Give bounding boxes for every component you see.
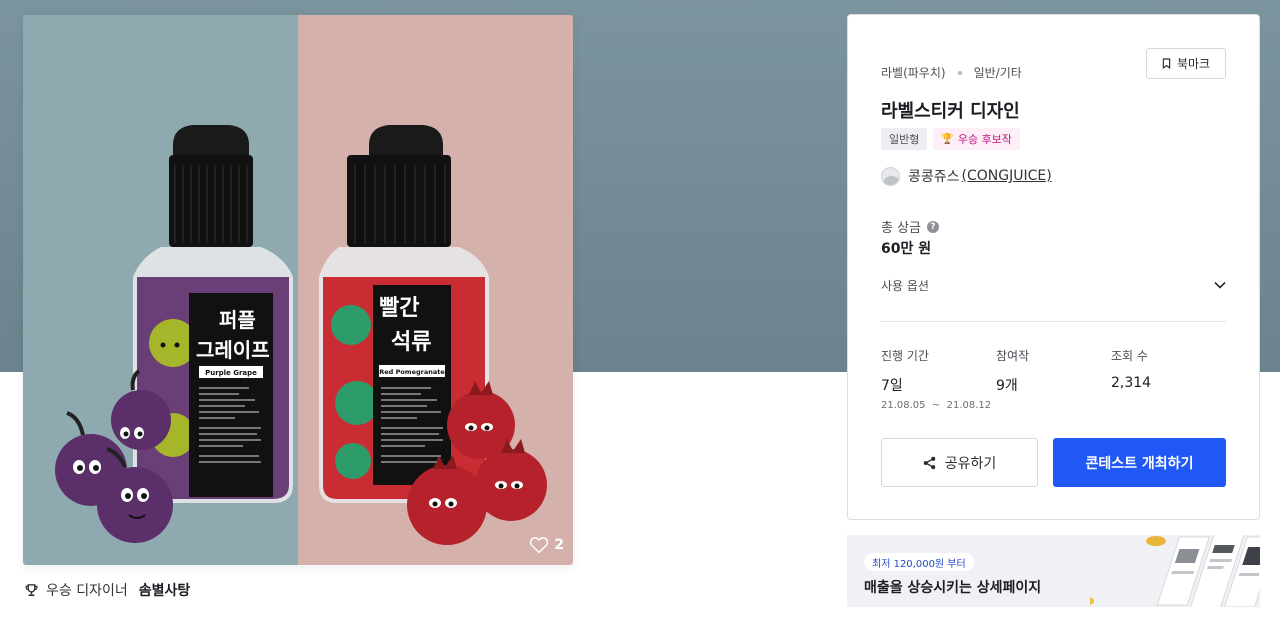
host-contest-button[interactable]: 콘테스트 개최하기 [1053,438,1226,487]
period-value: 7일 [881,378,903,394]
participants-stat: 참여작 9개 [996,347,1029,395]
ad-price-chip: 최저 120,000원 부터 [864,553,974,571]
badges: 일반형 🏆 우승 후보작 [881,128,1020,150]
breadcrumb-item[interactable]: 라벨(파우치) [881,64,946,81]
right-label-title-1: 빨간 [379,296,419,321]
winner-candidate-badge: 🏆 우승 후보작 [933,128,1020,150]
ad-illustration [1090,535,1260,607]
product-image[interactable]: 퍼플 그레이프 Purple Grape 빨간 석류 Red Pomegrana… [23,15,573,565]
options-dropdown[interactable]: 사용 옵션 [881,275,1226,295]
left-label-subtitle: Purple Grape [205,369,257,377]
share-label: 공유하기 [944,455,997,472]
trophy-icon [25,583,38,596]
period-stat: 진행 기간 7일 21.08.05 ~ 21.08.12 [881,347,991,411]
views-stat: 조회 수 2,314 [1111,347,1151,391]
options-label: 사용 옵션 [881,278,929,293]
bookmark-label: 북마크 [1176,57,1211,71]
participants-value: 9개 [996,378,1018,394]
period-label: 진행 기간 [881,349,929,363]
winner-prefix: 우승 디자이너 [46,583,128,599]
contest-info-card: 라벨(파우치) 일반/기타 북마크 라벨스티커 디자인 일반형 🏆 우승 후보작… [847,14,1260,520]
left-label-title-1: 퍼플 [219,308,256,332]
like-button[interactable]: 2 [529,536,564,554]
winner-designer: 우승 디자이너 솜별사탕 [24,580,190,600]
page-title: 라벨스티커 디자인 [881,101,1020,122]
bookmark-icon [1162,58,1171,69]
share-icon [923,456,935,469]
heart-icon [530,537,549,554]
host-name: 콩콩쥬스 [908,169,960,185]
total-prize-value: 60만 원 [881,241,932,257]
breadcrumb-item[interactable]: 일반/기타 [974,64,1022,81]
winner-candidate-label: 우승 후보작 [957,133,1012,146]
total-prize-label: 총 상금 ? [881,217,940,236]
period-dates: 21.08.05 ~ 21.08.12 [881,400,992,411]
bookmark-button[interactable]: 북마크 [1146,48,1226,79]
prize-label-text: 총 상금 [881,221,922,236]
trophy-icon: 🏆 [941,133,954,145]
breadcrumb: 라벨(파우치) 일반/기타 [881,64,1022,81]
views-label: 조회 수 [1111,349,1148,363]
type-badge: 일반형 [881,128,928,150]
participants-label: 참여작 [996,349,1030,363]
host-profile[interactable]: 콩콩쥬스 (CONGJUICE) [881,166,1052,186]
product-illustration: 퍼플 그레이프 Purple Grape 빨간 석류 Red Pomegrana… [23,15,573,565]
share-button[interactable]: 공유하기 [881,438,1038,487]
views-value: 2,314 [1111,375,1152,391]
right-label-subtitle: Red Pomegranate [379,368,445,376]
winner-name[interactable]: 솜별사탕 [139,580,191,600]
breadcrumb-separator [957,70,962,75]
help-icon[interactable]: ? [927,220,940,233]
divider [881,321,1226,322]
left-label-title-2: 그레이프 [196,338,270,362]
ad-headline: 매출을 상승시키는 상세페이지 [864,580,1042,596]
avatar [881,166,900,186]
host-handle[interactable]: (CONGJUICE) [962,168,1052,184]
like-count: 2 [554,537,564,553]
right-label-title-2: 석류 [391,330,431,355]
ad-banner[interactable]: 최저 120,000원 부터 매출을 상승시키는 상세페이지 [847,535,1260,607]
chevron-down-icon [1214,281,1226,289]
